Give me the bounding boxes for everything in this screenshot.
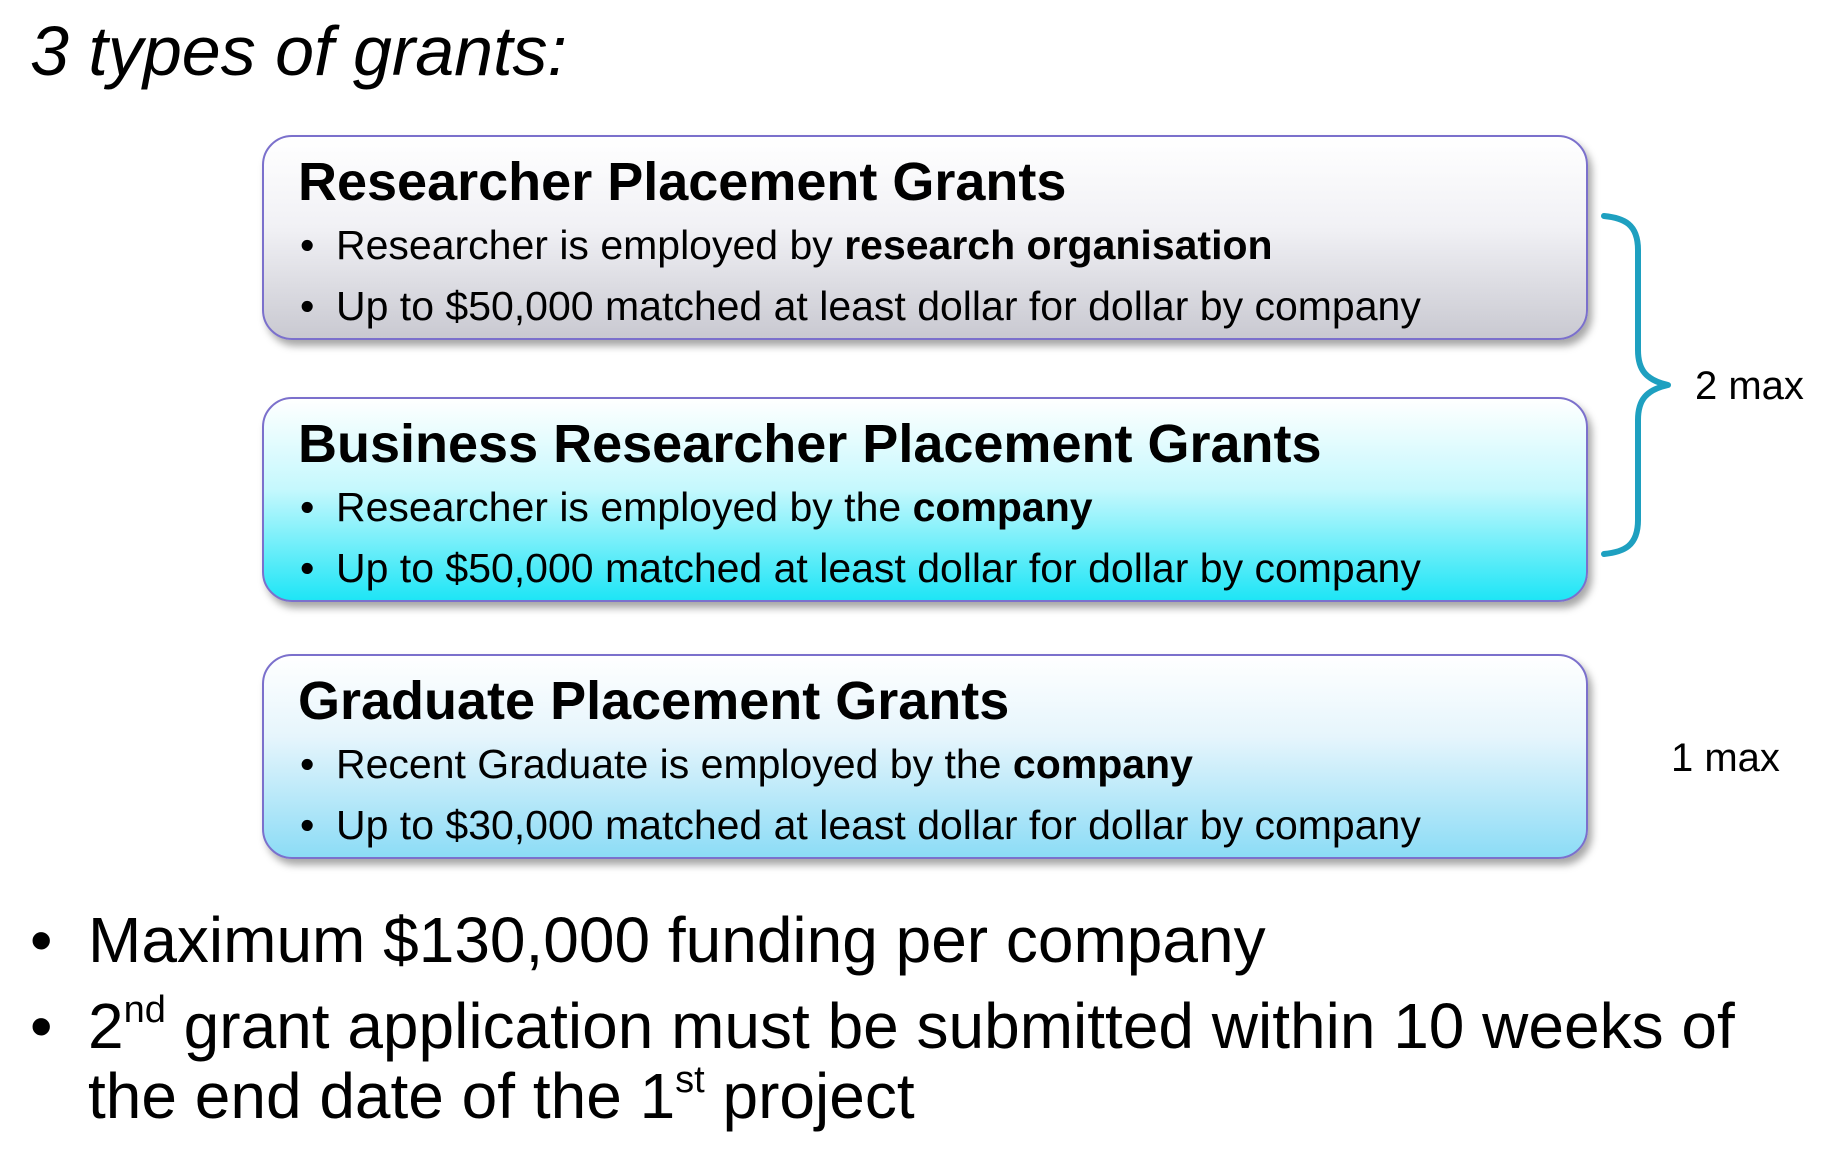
bullet-dot: • — [300, 484, 315, 530]
summary-text: Maximum $130,000 funding per company — [88, 904, 1266, 976]
bullet-dot: • — [300, 545, 315, 591]
grant-bullet: • Recent Graduate is employed by the comp… — [298, 734, 1586, 795]
right-curly-brace-icon — [1601, 213, 1671, 557]
grant-box-business-researcher-placement: Business Researcher Placement Grants • Re… — [262, 397, 1588, 602]
grant-box-graduate-placement: Graduate Placement Grants • Recent Gradua… — [262, 654, 1588, 859]
grant-title: Researcher Placement Grants — [298, 152, 1067, 212]
summary-item-max-funding: • Maximum $130,000 funding per company — [30, 905, 1810, 975]
grant-bullet: • Up to $30,000 matched at least dollar f… — [298, 795, 1586, 856]
bullet-text: Researcher is employed by the — [336, 484, 913, 530]
bullet-dot: • — [300, 222, 315, 268]
limit-label-two-max: 2 max — [1695, 364, 1804, 408]
bullet-text: Up to $30,000 matched at least dollar fo… — [336, 802, 1421, 848]
grant-title: Business Researcher Placement Grants — [298, 414, 1322, 474]
limit-label-one-max: 1 max — [1671, 736, 1780, 780]
bullet-dot: • — [30, 904, 53, 976]
grant-bullet-list: • Researcher is employed by research orga… — [298, 215, 1586, 337]
grant-bullet: • Researcher is employed by research orga… — [298, 215, 1586, 276]
summary-list: • Maximum $130,000 funding per company • 2… — [30, 905, 1810, 1147]
bullet-emphasis: research organisation — [844, 222, 1273, 268]
summary-number: 2 — [88, 990, 124, 1062]
grant-bullet: • Up to $50,000 matched at least dollar f… — [298, 276, 1586, 337]
summary-item-second-application: • 2nd grant application must be submitted… — [30, 991, 1810, 1131]
grant-bullet-list: • Recent Graduate is employed by the comp… — [298, 734, 1586, 856]
ordinal-suffix: st — [675, 1059, 705, 1101]
grant-bullet: • Up to $50,000 matched at least dollar f… — [298, 538, 1586, 599]
bullet-dot: • — [300, 283, 315, 329]
ordinal-suffix: nd — [123, 989, 166, 1031]
bullet-text: Recent Graduate is employed by the — [336, 741, 1013, 787]
bullet-text: Up to $50,000 matched at least dollar fo… — [336, 545, 1421, 591]
bullet-text: Up to $50,000 matched at least dollar fo… — [336, 283, 1421, 329]
bullet-emphasis: company — [1012, 741, 1193, 787]
bullet-dot: • — [300, 802, 315, 848]
bullet-emphasis: company — [912, 484, 1093, 530]
summary-text: project — [704, 1060, 915, 1132]
grant-bullet-list: • Researcher is employed by the company •… — [298, 477, 1586, 599]
grant-title: Graduate Placement Grants — [298, 671, 1010, 731]
grant-box-researcher-placement: Researcher Placement Grants • Researcher … — [262, 135, 1588, 340]
bullet-dot: • — [300, 741, 315, 787]
bullet-text: Researcher is employed by — [336, 222, 845, 268]
bullet-dot: • — [30, 990, 53, 1062]
slide-title: 3 types of grants: — [30, 12, 567, 90]
grant-bullet: • Researcher is employed by the company — [298, 477, 1586, 538]
